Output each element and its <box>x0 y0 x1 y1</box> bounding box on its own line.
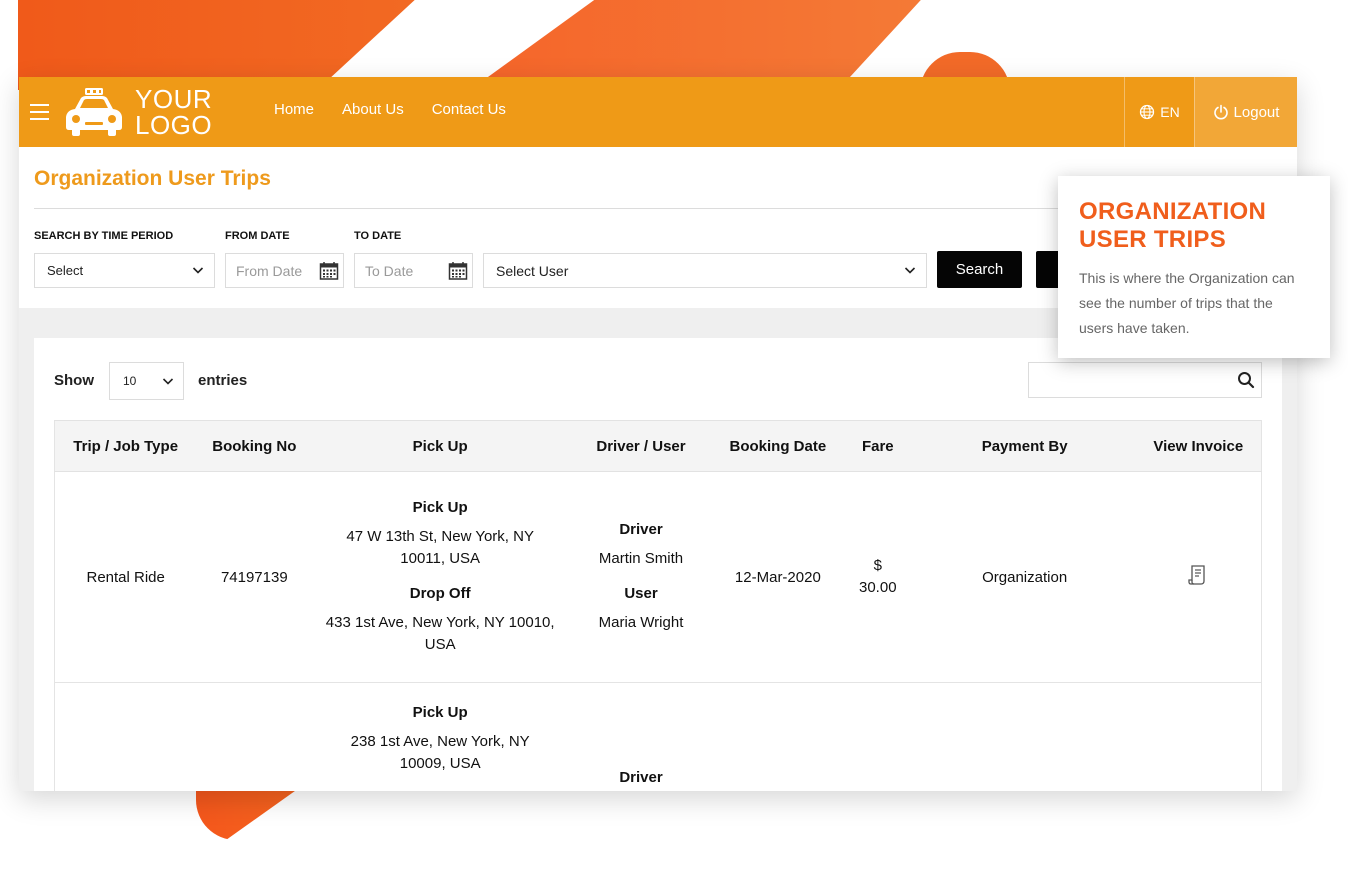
route-cell: Pick Up 238 1st Ave, New York, NY 10009,… <box>312 682 569 791</box>
user-select[interactable]: Select User <box>483 253 927 288</box>
to-date-placeholder: To Date <box>365 262 414 279</box>
invoice-cell <box>1135 471 1262 683</box>
driver-name: Martin Smith <box>598 550 684 567</box>
nav-about-link[interactable]: About Us <box>342 101 404 118</box>
nav-contact-link[interactable]: Contact Us <box>432 101 506 118</box>
column-header[interactable]: Booking Date <box>713 420 842 472</box>
table-row: Pick Up 238 1st Ave, New York, NY 10009,… <box>54 682 1262 791</box>
entries-select[interactable]: 10 <box>109 362 184 400</box>
pickup-label: Pick Up <box>412 499 468 516</box>
logo-line-2: LOGO <box>135 110 213 140</box>
column-header[interactable]: View Invoice <box>1135 420 1262 472</box>
power-icon <box>1213 104 1228 120</box>
dropoff-label: Drop Off <box>409 585 471 602</box>
booking-date-cell <box>713 682 842 791</box>
driver-label: Driver <box>619 769 663 786</box>
booking-date-cell: 12-Mar-2020 <box>713 471 842 683</box>
to-date-input[interactable]: To Date <box>354 253 473 288</box>
from-date-label: FROM DATE <box>225 230 290 242</box>
chevron-down-icon <box>192 267 204 274</box>
calendar-icon[interactable] <box>448 261 468 281</box>
calendar-icon[interactable] <box>319 261 339 281</box>
fare-amount: 30.00 <box>859 579 897 596</box>
logo-text: YOUR LOGO <box>135 86 212 138</box>
user-select-value: Select User <box>496 262 569 279</box>
route-cell: Pick Up 47 W 13th St, New York, NY 10011… <box>312 471 569 683</box>
table-search-input[interactable] <box>1028 362 1262 398</box>
dropoff-address: 433 1st Ave, New York, NY 10010, USA <box>325 614 555 653</box>
from-date-input[interactable]: From Date <box>225 253 344 288</box>
search-icon[interactable] <box>1237 371 1255 389</box>
time-period-label: SEARCH BY TIME PERIOD <box>34 230 174 242</box>
globe-icon <box>1140 104 1155 120</box>
column-header[interactable]: Payment By <box>913 420 1136 472</box>
chevron-down-icon <box>162 378 174 385</box>
trip-type-cell <box>54 682 197 791</box>
time-period-select[interactable]: Select <box>34 253 215 288</box>
chevron-down-icon <box>904 267 916 274</box>
column-header[interactable]: Booking No <box>196 420 313 472</box>
logo-line-1: YOUR <box>135 84 213 114</box>
column-header[interactable]: Pick Up <box>312 420 569 472</box>
invoice-cell <box>1135 682 1262 791</box>
table-row: Rental Ride 74197139 Pick Up 47 W 13th S… <box>54 471 1262 683</box>
column-header[interactable]: Trip / Job Type <box>54 420 197 472</box>
to-date-label: TO DATE <box>354 230 402 242</box>
column-header[interactable]: Driver / User <box>568 420 714 472</box>
trip-type-cell: Rental Ride <box>54 471 197 683</box>
pickup-address: 47 W 13th St, New York, NY 10011, USA <box>346 528 534 567</box>
logout-button[interactable]: Logout <box>1194 77 1297 147</box>
taxi-car-icon <box>66 88 122 136</box>
driver-user-cell: Driver Martin Smith User Maria Wright <box>568 471 714 683</box>
callout-title: ORGANIZATION USER TRIPS <box>1079 198 1267 253</box>
trips-table: Trip / Job Type Booking No Pick Up Drive… <box>54 420 1262 791</box>
callout-text: This is where the Organization can see t… <box>1079 270 1295 336</box>
fare-cell: $ 30.00 <box>841 471 914 683</box>
booking-no-cell <box>196 682 313 791</box>
stage: YOUR LOGO Home About Us Contact Us EN Lo… <box>0 0 1348 886</box>
driver-user-cell: Driver <box>568 682 714 791</box>
language-label: EN <box>1160 104 1180 120</box>
feature-callout: ORGANIZATION USER TRIPS This is where th… <box>1058 176 1330 358</box>
entries-label: entries <box>198 372 248 389</box>
trips-table-card: Show 10 entries Trip / Job Type Booking … <box>34 338 1282 791</box>
user-label: User <box>624 585 658 602</box>
from-date-placeholder: From Date <box>236 262 303 279</box>
driver-label: Driver <box>619 521 663 538</box>
invoice-icon[interactable] <box>1188 564 1208 586</box>
search-button[interactable]: Search <box>937 251 1022 288</box>
table-header-row: Trip / Job Type Booking No Pick Up Drive… <box>54 420 1262 472</box>
show-label: Show <box>54 372 94 389</box>
user-name: Maria Wright <box>598 614 684 631</box>
logout-label: Logout <box>1233 103 1280 121</box>
payment-by-cell: Organization <box>913 471 1136 683</box>
entries-value: 10 <box>123 374 137 388</box>
nav-home-link[interactable]: Home <box>274 101 314 118</box>
top-navbar: YOUR LOGO Home About Us Contact Us EN Lo… <box>19 77 1297 147</box>
booking-no-cell: 74197139 <box>196 471 313 683</box>
payment-by-cell <box>913 682 1136 791</box>
language-selector[interactable]: EN <box>1124 77 1194 147</box>
fare-cell <box>841 682 914 791</box>
main-nav: Home About Us Contact Us <box>274 101 506 118</box>
time-period-value: Select <box>47 263 84 278</box>
hamburger-menu-icon[interactable] <box>30 104 49 120</box>
fare-currency: $ <box>873 557 882 574</box>
pickup-label: Pick Up <box>412 704 468 721</box>
column-header[interactable]: Fare <box>841 420 914 472</box>
pickup-address: 238 1st Ave, New York, NY 10009, USA <box>350 733 530 772</box>
logo[interactable]: YOUR LOGO <box>63 86 212 138</box>
page-title: Organization User Trips <box>34 167 271 190</box>
